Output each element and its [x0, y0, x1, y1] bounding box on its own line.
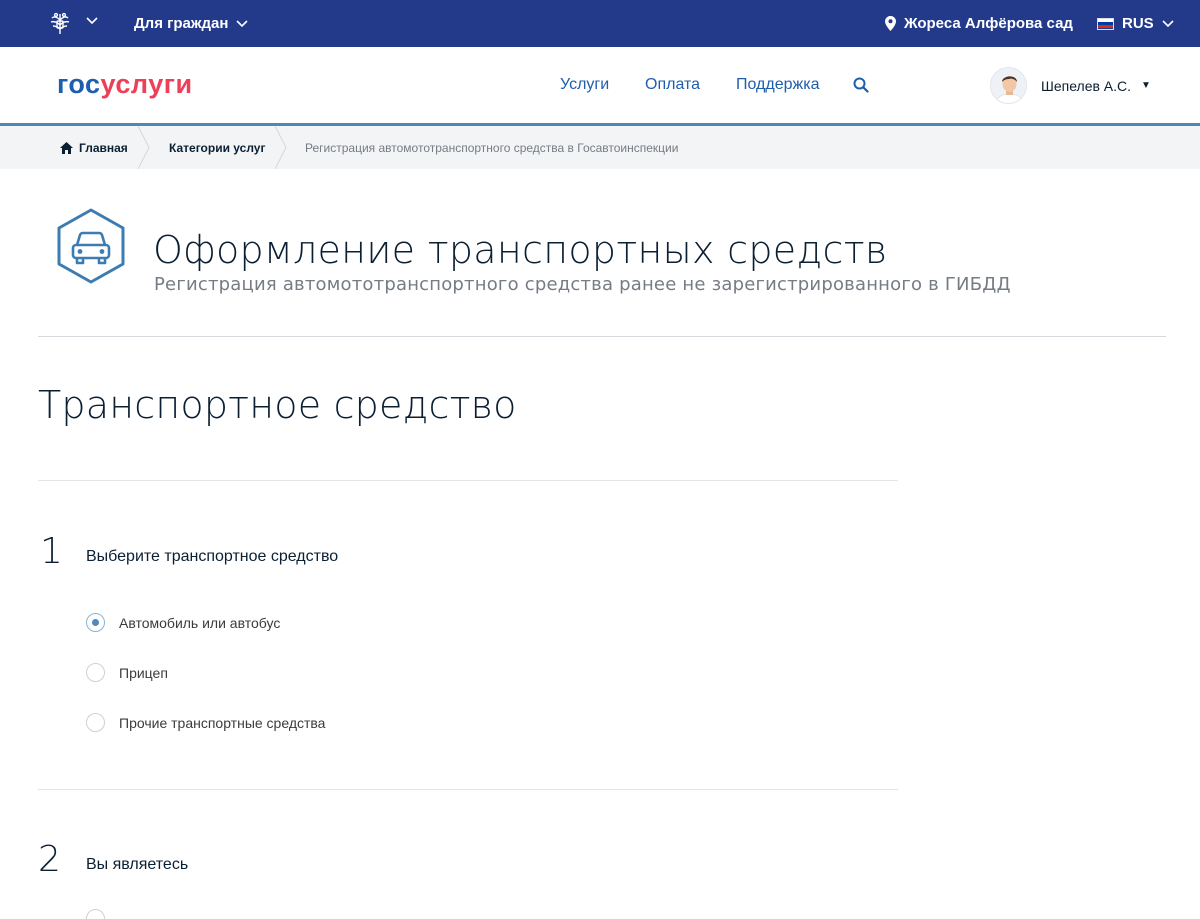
audience-selector[interactable]: Для граждан	[134, 15, 249, 32]
radio-button[interactable]	[86, 613, 105, 632]
radio-button[interactable]	[86, 713, 105, 732]
user-menu[interactable]: Шепелев А.С. ▼	[990, 67, 1151, 104]
search-icon[interactable]	[853, 77, 869, 93]
step-number: 1	[40, 531, 63, 572]
radio-label: Прочие транспортные средства	[119, 714, 326, 731]
nav-support[interactable]: Поддержка	[736, 76, 819, 94]
breadcrumb-separator	[138, 126, 150, 169]
location-selector[interactable]: Жореса Алфёрова сад	[885, 15, 1073, 32]
section-title: Транспортное средство	[38, 383, 517, 427]
gosuslugi-logo[interactable]: госуслуги	[57, 69, 193, 100]
chevron-down-icon[interactable]	[86, 17, 98, 25]
location-pin-icon	[885, 16, 896, 31]
site-header: госуслуги Услуги Оплата Поддержка Шепеле…	[0, 47, 1200, 124]
divider	[38, 480, 898, 481]
user-name: Шепелев А.С.	[1041, 77, 1132, 94]
radio-owner-type-partial[interactable]	[86, 909, 105, 919]
breadcrumb: Главная Категории услуг Регистрация авто…	[0, 126, 1200, 169]
page-subtitle: Регистрация автомототранспортного средст…	[154, 274, 1011, 295]
user-avatar-icon	[991, 68, 1026, 103]
breadcrumb-current: Регистрация автомототранспортного средст…	[305, 141, 679, 155]
chevron-down-icon	[1162, 19, 1174, 27]
breadcrumb-separator	[275, 126, 287, 169]
radio-car-or-bus[interactable]: Автомобиль или автобус	[86, 613, 280, 632]
avatar	[990, 67, 1027, 104]
breadcrumb-home[interactable]: Главная	[60, 141, 128, 155]
page-title: Оформление транспортных средств	[153, 228, 888, 272]
language-label: RUS	[1122, 15, 1154, 32]
nav-payment[interactable]: Оплата	[645, 76, 700, 94]
radio-other-vehicles[interactable]: Прочие транспортные средства	[86, 713, 325, 732]
car-service-icon	[57, 208, 125, 284]
caret-down-icon: ▼	[1141, 80, 1151, 91]
breadcrumb-categories[interactable]: Категории услуг	[169, 141, 265, 155]
divider	[38, 336, 1166, 337]
step-number: 2	[38, 839, 61, 880]
step-label: Вы являетесь	[86, 856, 189, 873]
radio-button[interactable]	[86, 909, 105, 919]
language-selector[interactable]: RUS	[1097, 15, 1174, 32]
russian-flag-icon	[1097, 17, 1114, 30]
chevron-down-icon	[236, 19, 249, 27]
home-icon	[60, 142, 73, 154]
radio-label: Автомобиль или автобус	[119, 614, 281, 631]
top-bar: Для граждан Жореса Алфёрова сад RUS	[0, 0, 1200, 47]
nav-services[interactable]: Услуги	[560, 76, 609, 94]
coat-of-arms-icon[interactable]	[46, 10, 74, 38]
step-label: Выберите транспортное средство	[86, 548, 339, 565]
location-label: Жореса Алфёрова сад	[904, 15, 1073, 32]
divider	[38, 789, 898, 790]
radio-button[interactable]	[86, 663, 105, 682]
radio-label: Прицеп	[119, 664, 168, 681]
audience-label: Для граждан	[134, 15, 229, 32]
radio-trailer[interactable]: Прицеп	[86, 663, 168, 682]
